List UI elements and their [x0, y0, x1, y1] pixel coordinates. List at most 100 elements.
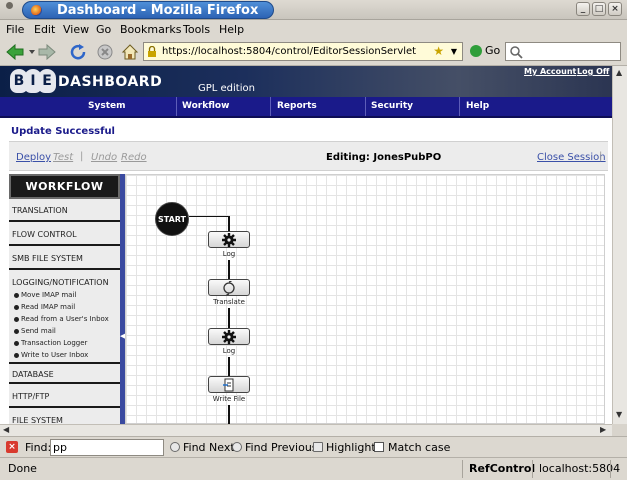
undo-link[interactable]: Undo	[91, 152, 117, 163]
palette-category-translation[interactable]: TRANSLATION	[9, 200, 120, 222]
go-label: Go	[485, 44, 501, 57]
task-node-write-file[interactable]	[208, 376, 250, 393]
menu-edit[interactable]: Edit	[34, 23, 55, 36]
start-node[interactable]: START	[155, 202, 189, 236]
search-icon	[510, 46, 523, 59]
palette-category-http-ftp[interactable]: HTTP/FTP	[9, 386, 120, 408]
match-case-checkbox[interactable]	[374, 442, 384, 452]
search-input[interactable]	[505, 42, 621, 61]
find-previous-button[interactable]: Find Previous	[232, 441, 318, 454]
menu-go[interactable]: Go	[96, 23, 111, 36]
palette-header: WORKFLOW	[9, 174, 120, 199]
palette-item[interactable]: Transaction Logger	[9, 339, 87, 347]
task-node-translate[interactable]	[208, 279, 250, 296]
palette-category-file-system[interactable]: FILE SYSTEM	[9, 410, 120, 424]
bookmark-star-icon[interactable]: ★	[433, 44, 444, 58]
lock-icon	[148, 46, 156, 57]
url-text[interactable]: https://localhost:5804/control/EditorSes…	[162, 46, 416, 57]
my-account-link[interactable]: My Account	[524, 67, 576, 76]
task-label: Log	[222, 347, 236, 355]
palette-item[interactable]: Read from a User's Inbox	[9, 315, 109, 323]
close-session-link[interactable]: Close Session	[537, 152, 606, 163]
maximize-button[interactable]: □	[592, 2, 606, 16]
gear-icon	[222, 330, 236, 344]
go-arrow-icon	[470, 45, 482, 57]
connector-line	[228, 405, 230, 424]
palette-item[interactable]: Write to User Inbox	[9, 351, 88, 359]
task-node-log[interactable]	[208, 231, 250, 248]
toolbar-separator: |	[80, 151, 84, 162]
refcontrol-addon[interactable]: RefControl	[469, 462, 535, 475]
nav-reports[interactable]: Reports	[277, 101, 317, 111]
match-case-label: Match case	[388, 441, 451, 454]
log-off-link[interactable]: Log Off	[577, 67, 609, 76]
nav-security[interactable]: Security	[371, 101, 413, 111]
home-icon[interactable]	[121, 44, 139, 60]
close-window-button[interactable]: ×	[608, 2, 622, 16]
horizontal-scrollbar[interactable]: ◀ ▶	[0, 424, 612, 436]
stop-icon[interactable]	[96, 44, 114, 60]
bullet-icon	[14, 328, 19, 334]
window-menu-icon[interactable]	[6, 2, 13, 9]
site-nav: System Workflow Reports Security Help	[0, 97, 612, 118]
highlight-icon	[313, 442, 323, 452]
bullet-icon	[14, 340, 19, 346]
close-find-bar-icon[interactable]: ×	[6, 441, 18, 453]
menu-bookmarks[interactable]: Bookmarks	[120, 23, 181, 36]
scroll-up-icon[interactable]: ▲	[616, 68, 622, 77]
test-link[interactable]: Test	[53, 152, 73, 163]
task-label: Translate	[213, 298, 245, 306]
bullet-icon	[14, 352, 19, 358]
nav-separator	[176, 97, 177, 116]
url-bar[interactable]: https://localhost:5804/control/EditorSes…	[143, 42, 463, 61]
status-host: localhost:5804	[539, 462, 621, 475]
scroll-left-icon[interactable]: ◀	[3, 425, 9, 434]
palette-category-smb-file-system[interactable]: SMB FILE SYSTEM	[9, 248, 120, 270]
status-divider	[462, 460, 463, 478]
url-dropdown-icon[interactable]: ▼	[448, 44, 460, 59]
status-bar: Done RefControl localhost:5804	[0, 457, 627, 480]
workflow-canvas[interactable]: START Log Translate Log Write File	[125, 174, 605, 424]
bullet-icon	[14, 316, 19, 322]
forward-arrow-icon[interactable]	[38, 44, 56, 60]
find-bar: × Find: pp Find Next Find Previous Highl…	[0, 436, 627, 457]
editor-toolbar: Deploy Test | Undo Redo Editing: JonesPu…	[9, 141, 608, 171]
nav-help[interactable]: Help	[466, 101, 489, 111]
task-label: Write File	[212, 395, 246, 403]
reload-icon[interactable]	[70, 44, 88, 60]
vertical-scrollbar[interactable]: ▲ ▼	[612, 66, 627, 424]
back-arrow-icon[interactable]	[6, 44, 24, 60]
menu-help[interactable]: Help	[219, 23, 244, 36]
palette-item[interactable]: Read IMAP mail	[9, 303, 75, 311]
status-text: Done	[8, 462, 37, 475]
page-content: B I E DASHBOARD GPL edition My Account L…	[0, 66, 612, 424]
task-node-log[interactable]	[208, 328, 250, 345]
find-next-button[interactable]: Find Next	[170, 441, 235, 454]
menu-view[interactable]: View	[63, 23, 89, 36]
menu-file[interactable]: File	[6, 23, 24, 36]
find-input[interactable]: pp	[50, 439, 164, 456]
nav-system[interactable]: System	[88, 101, 126, 111]
deploy-link[interactable]: Deploy	[16, 152, 51, 163]
menu-tools[interactable]: Tools	[183, 23, 210, 36]
highlight-button[interactable]: Highlight	[313, 441, 376, 454]
site-title: DASHBOARD	[58, 74, 163, 90]
palette-item[interactable]: Send mail	[9, 327, 56, 335]
status-divider	[532, 460, 533, 478]
window-titlebar[interactable]: Dashboard - Mozilla Firefox _ □ ×	[0, 0, 627, 20]
nav-workflow[interactable]: Workflow	[182, 101, 229, 111]
connector-line	[228, 260, 230, 279]
site-edition: GPL edition	[198, 83, 255, 94]
window-title-pill: Dashboard - Mozilla Firefox	[22, 1, 274, 19]
connector-line	[189, 216, 229, 217]
palette-category-database[interactable]: DATABASE	[9, 362, 120, 384]
palette-category-flow-control[interactable]: FLOW CONTROL	[9, 224, 120, 246]
redo-link[interactable]: Redo	[121, 152, 147, 163]
palette-item[interactable]: Move IMAP mail	[9, 291, 76, 299]
scroll-down-icon[interactable]: ▼	[616, 410, 622, 419]
window-title: Dashboard - Mozilla Firefox	[57, 3, 259, 18]
file-icon	[223, 378, 234, 392]
scroll-right-icon[interactable]: ▶	[600, 425, 606, 434]
find-previous-icon	[232, 442, 242, 452]
minimize-button[interactable]: _	[576, 2, 590, 16]
